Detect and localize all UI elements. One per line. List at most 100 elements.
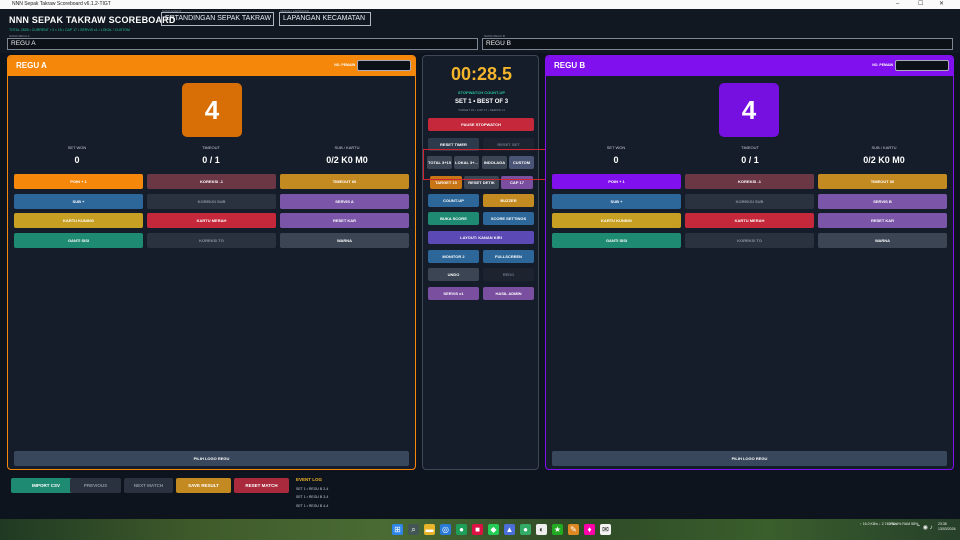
team-b-title: REGU B <box>554 61 586 70</box>
app-icon[interactable]: ★ <box>552 524 563 535</box>
set-info: SET 1 • BEST OF 3 <box>454 99 509 105</box>
service-button[interactable]: SERVIS A <box>280 194 409 209</box>
timeout-button[interactable]: TIMEOUT 60 <box>818 174 947 189</box>
undo-button[interactable]: UNDO <box>428 268 479 281</box>
app-icon[interactable]: ✎ <box>568 524 579 535</box>
timeout-button[interactable]: TIMEOUT 60 <box>280 174 409 189</box>
choose-logo-button[interactable]: PILIH LOGO REGU <box>552 451 947 466</box>
sub-button[interactable]: SUB + <box>14 194 143 209</box>
timeout-label: TIMEOUT <box>741 145 759 150</box>
sub-info: TARGET 15 • CAP 17 • SERVIS x1 <box>458 108 505 112</box>
taskbar-icons: ⊞ ⌕ ▬ ◎ ● ■ ◆ ▲ ● ◐ ★ ✎ ♦ ✉ <box>392 524 611 536</box>
event-log-item: SET 1 • REGU B 4-4 <box>296 504 329 508</box>
reset-match-button[interactable]: RESET MATCH <box>234 478 289 493</box>
switch-side-button[interactable]: GANTI SISI <box>14 233 143 248</box>
set-won-label: SET WON <box>606 145 626 150</box>
timeout-value: 0 / 1 <box>741 155 759 165</box>
team-b-score: 4 <box>719 83 779 137</box>
layout-button[interactable]: LAYOUT: KANAN KIRI <box>428 231 534 244</box>
sub-value: 0/2 K0 M0 <box>863 155 905 165</box>
event-log-title: EVENT LOG <box>296 477 323 482</box>
window-titlebar: NNN Sepak Takraw Scoreboard v6.1.2-TIGT … <box>0 0 960 9</box>
team-a-score: 4 <box>182 83 242 137</box>
status-text: TOTAL 2828 • CURRENT • 3 × 15 • CAP 17 •… <box>9 28 130 32</box>
correction-button[interactable]: KOREKSI -1 <box>685 174 814 189</box>
team-a-title: REGU A <box>16 61 47 70</box>
redo-button[interactable]: REDO <box>483 268 534 281</box>
app-icon[interactable]: ▲ <box>504 524 515 535</box>
app-icon[interactable]: ■ <box>472 524 483 535</box>
choose-logo-button[interactable]: PILIH LOGO REGU <box>14 451 409 466</box>
point-button[interactable]: POIN + 1 <box>552 174 681 189</box>
system-usage: CPU 6% RAM 58% <box>888 522 919 526</box>
app-icon[interactable]: ● <box>520 524 531 535</box>
venue-name-field[interactable]: LAPANGAN KECAMATAN <box>279 12 371 26</box>
save-result-button[interactable]: SAVE RESULT <box>176 478 231 493</box>
buzzer-button[interactable]: BUZZER <box>483 194 534 207</box>
timer-mode: STOPWATCH COUNT-UP <box>457 90 506 95</box>
color-button[interactable]: WARNA <box>280 233 409 248</box>
count-up-button[interactable]: COUNT-UP <box>428 194 479 207</box>
sub-label: SUB / KARTU <box>334 145 360 150</box>
search-icon[interactable]: ⌕ <box>408 524 419 535</box>
app-icon[interactable]: ◆ <box>488 524 499 535</box>
yellow-card-button[interactable]: KARTU KUNING <box>552 213 681 228</box>
open-score-button[interactable]: BUKA SCORE <box>428 212 479 225</box>
fullscreen-button[interactable]: FULLSCREEN <box>483 250 534 263</box>
app-icon[interactable]: ✉ <box>600 524 611 535</box>
app-icon[interactable]: ◐ <box>536 524 547 535</box>
event-name-field[interactable]: ERTANDINGAN SEPAK TAKRAW <box>161 12 274 26</box>
close-icon[interactable]: ✕ <box>939 0 944 9</box>
correction-button[interactable]: KOREKSI -1 <box>147 174 276 189</box>
point-button[interactable]: POIN + 1 <box>14 174 143 189</box>
monitor-button[interactable]: MONITOR 2 <box>428 250 479 263</box>
sub-button[interactable]: SUB + <box>552 194 681 209</box>
app-icon[interactable]: ● <box>456 524 467 535</box>
reset-card-button[interactable]: RESET KAR <box>818 213 947 228</box>
set-won-value: 0 <box>613 155 619 165</box>
set-won-value: 0 <box>74 155 80 165</box>
start-icon[interactable]: ⊞ <box>392 524 403 535</box>
red-card-button[interactable]: KARTU MERAH <box>685 213 814 228</box>
switch-side-button[interactable]: GANTI SISI <box>552 233 681 248</box>
set-won-label: SET WON <box>67 145 87 150</box>
maximize-icon[interactable]: ☐ <box>918 0 923 9</box>
center-panel: 00:28.5 STOPWATCH COUNT-UP SET 1 • BEST … <box>422 55 539 470</box>
service-button[interactable]: SERVIS B <box>818 194 947 209</box>
player-no-input[interactable] <box>895 60 949 71</box>
team-b-bar: REGU B NO. PEMAIN <box>546 56 953 76</box>
correction-sub-button[interactable]: KOREKSI SUB <box>147 194 276 209</box>
scoreboard-app: NNN Sepak Takraw Scoreboard v6.1.2-TIGT … <box>0 0 960 540</box>
browser-icon[interactable]: ◎ <box>440 524 451 535</box>
color-button[interactable]: WARNA <box>818 233 947 248</box>
service-x1-button[interactable]: SERVIS x1 <box>428 287 479 300</box>
timeout-label: TIMEOUT <box>202 145 220 150</box>
correction-timeout-button[interactable]: KOREKSI TO <box>685 233 814 248</box>
clock-date: 13/03/2026 <box>938 527 956 531</box>
minimize-icon[interactable]: – <box>896 0 899 9</box>
admin-result-button[interactable]: HASIL ADMIN <box>483 287 534 300</box>
pause-stopwatch-button[interactable]: PAUSE STOPWATCH <box>428 118 534 131</box>
correction-timeout-button[interactable]: KOREKSI TO <box>147 233 276 248</box>
event-log-item: SET 1 • REGU B 3-4 <box>296 495 329 499</box>
correction-sub-button[interactable]: KOREKSI SUB <box>685 194 814 209</box>
tray-icons[interactable]: ⌃ ◉ ♪ <box>916 525 933 531</box>
timeout-value: 0 / 1 <box>202 155 220 165</box>
score-settings-button[interactable]: SCORE SETTINGS <box>483 212 534 225</box>
team-a-name-field[interactable]: REGU A <box>7 38 478 50</box>
yellow-card-button[interactable]: KARTU KUNING <box>14 213 143 228</box>
previous-button[interactable]: PREVIOUS <box>70 478 121 493</box>
team-b-name-field[interactable]: REGU B <box>482 38 953 50</box>
next-match-button[interactable]: NEXT MATCH <box>124 478 173 493</box>
highlight-box <box>423 149 550 180</box>
player-no-input[interactable] <box>357 60 411 71</box>
reset-card-button[interactable]: RESET KAR <box>280 213 409 228</box>
red-card-button[interactable]: KARTU MERAH <box>147 213 276 228</box>
app-title: NNN SEPAK TAKRAW SCOREBOARD <box>9 15 176 25</box>
team-a-panel: REGU A NO. PEMAIN 4 SET WON TIMEOUT SUB … <box>7 55 416 470</box>
player-no-label: NO. PEMAIN <box>872 63 893 67</box>
app-icon[interactable]: ♦ <box>584 524 595 535</box>
clock: 23:38 13/03/2026 <box>938 522 956 532</box>
event-log-item: SET 1 • REGU B 2-4 <box>296 487 329 491</box>
folder-icon[interactable]: ▬ <box>424 524 435 535</box>
